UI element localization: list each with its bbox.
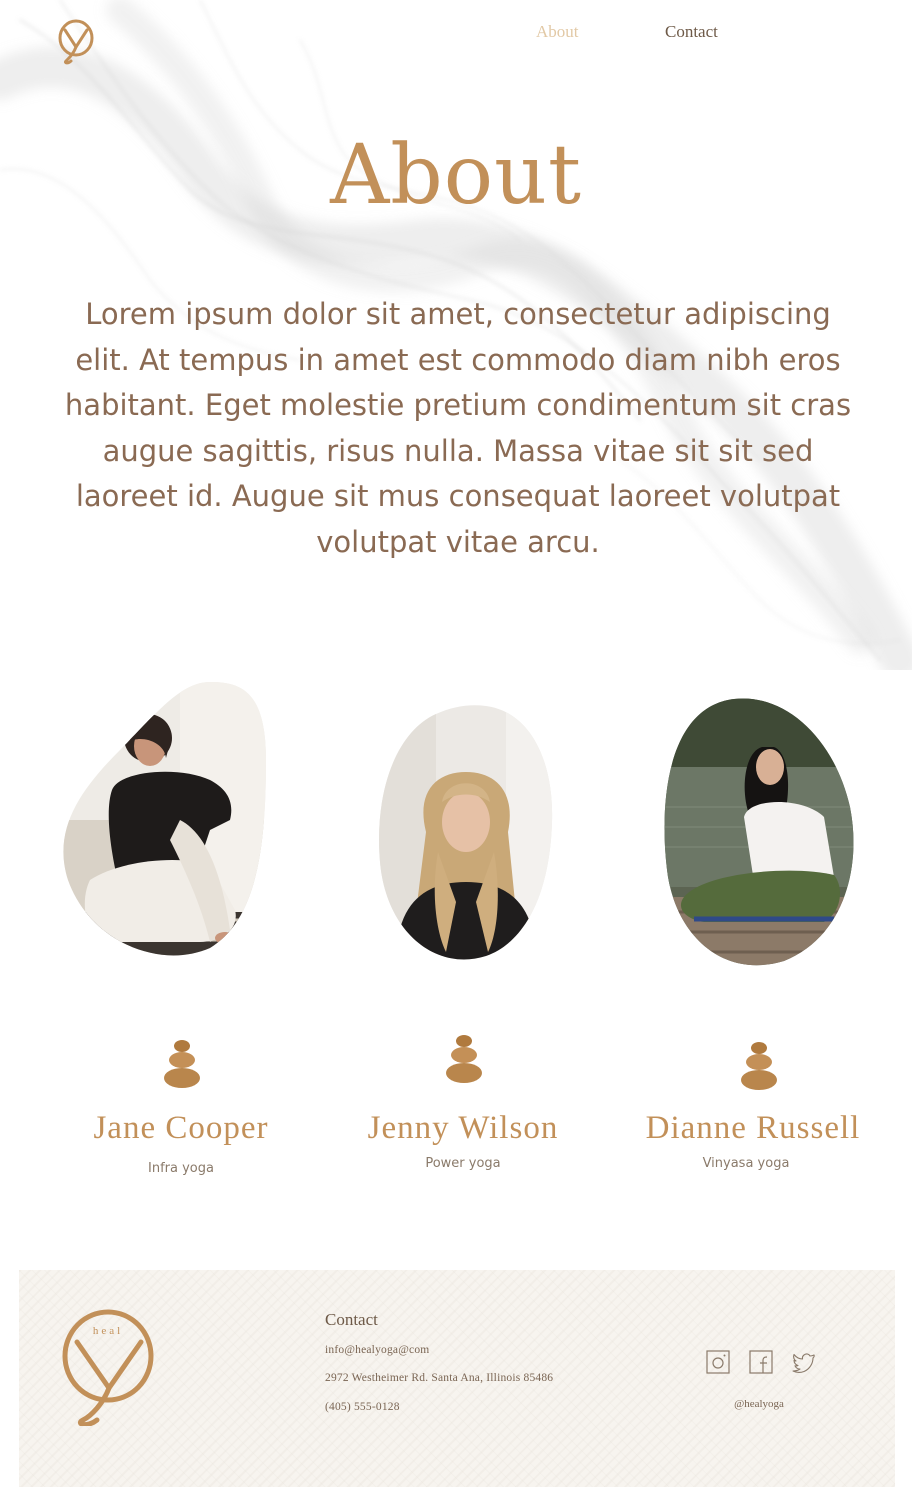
instructor-name: Jenny Wilson [367,1110,559,1146]
nav-about-link[interactable]: About [536,22,579,42]
footer-contact-heading: Contact [325,1310,378,1329]
footer-phone-link[interactable]: (405) 555-0128 [325,1401,400,1413]
nav-contact-link[interactable]: Contact [665,22,718,42]
twitter-icon[interactable] [791,1349,817,1375]
instructor-yoga-style: Power yoga [425,1156,501,1171]
instructor-name: Jane Cooper [93,1110,269,1146]
footer-address: 2972 Westheimer Rd. Santa Ana, Illinois … [325,1372,554,1384]
page-title: About [330,128,582,223]
stacked-stones-icon [741,1042,777,1090]
stacked-stones-icon [446,1035,482,1083]
instructor-photo-dianne-russell [664,698,854,966]
instagram-icon[interactable] [705,1349,731,1375]
instructor-photo-jane-cooper [63,682,266,956]
svg-text:heal: heal [93,1325,123,1337]
brand-logo-icon[interactable] [56,17,96,65]
intro-paragraph: Lorem ipsum dolor sit amet, consectetur … [64,297,852,559]
footer-email-link[interactable]: info@healyoga@com [325,1344,429,1356]
facebook-icon[interactable] [748,1349,774,1375]
instructor-name: Dianne Russell [645,1110,861,1146]
social-handle-link[interactable]: @healyoga [719,1398,799,1410]
stacked-stones-icon [164,1040,200,1088]
footer-brand-logo-icon[interactable]: heal [61,1308,155,1426]
instructor-yoga-style: Vinyasa yoga [702,1156,790,1171]
instructor-photo-jenny-wilson [379,705,553,960]
instructor-yoga-style: Infra yoga [148,1161,214,1176]
site-footer: heal Contact info@healyoga@com 2972 West… [19,1270,895,1487]
